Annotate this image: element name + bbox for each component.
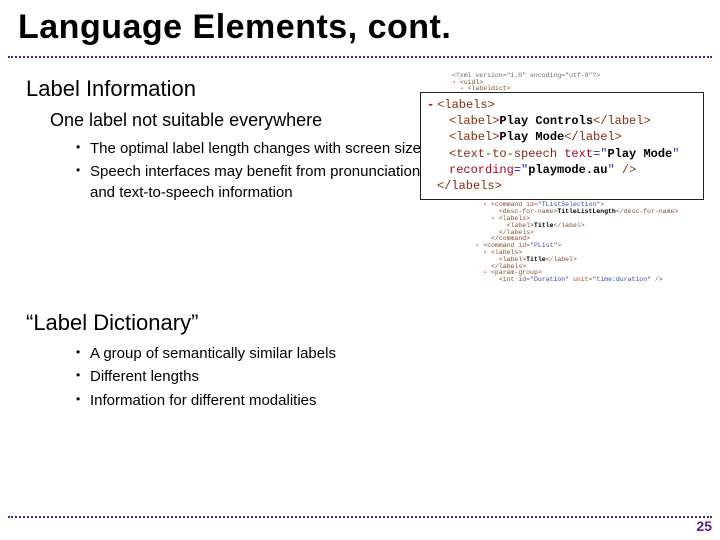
list-item: Different lengths	[76, 367, 446, 387]
code-callout: -<labels> <label>Play Controls</label> <…	[420, 92, 704, 200]
lead-sentence: One label not suitable everywhere	[50, 110, 446, 131]
section-label-dictionary: “Label Dictionary” A group of semantical…	[26, 310, 446, 414]
bullet-list-1: The optimal label length changes with sc…	[76, 139, 446, 203]
page-number: 25	[696, 518, 712, 534]
divider-top	[8, 56, 712, 58]
callout-line-4: <text-to-speech text="Play Mode"	[427, 146, 697, 162]
callout-line-2: <label>Play Controls</label>	[427, 113, 697, 129]
callout-line-3: <label>Play Mode</label>	[427, 129, 697, 145]
bullet-list-2: A group of semantically similar labels D…	[76, 344, 446, 411]
heading-label-information: Label Information	[26, 76, 446, 102]
callout-line-5: recording="playmode.au" />	[427, 162, 697, 178]
list-item: The optimal label length changes with sc…	[76, 139, 446, 159]
divider-bottom	[8, 516, 712, 518]
list-item: A group of semantically similar labels	[76, 344, 446, 364]
callout-line-1: -<labels>	[427, 97, 697, 113]
list-item: Information for different modalities	[76, 391, 446, 411]
slide: Language Elements, cont. <?xml version="…	[0, 0, 720, 540]
section-label-information: Label Information One label not suitable…	[26, 76, 446, 206]
heading-label-dictionary: “Label Dictionary”	[26, 310, 446, 336]
callout-line-6: </labels>	[427, 178, 697, 194]
slide-title: Language Elements, cont.	[18, 8, 451, 47]
list-item: Speech interfaces may benefit from pronu…	[76, 162, 446, 203]
